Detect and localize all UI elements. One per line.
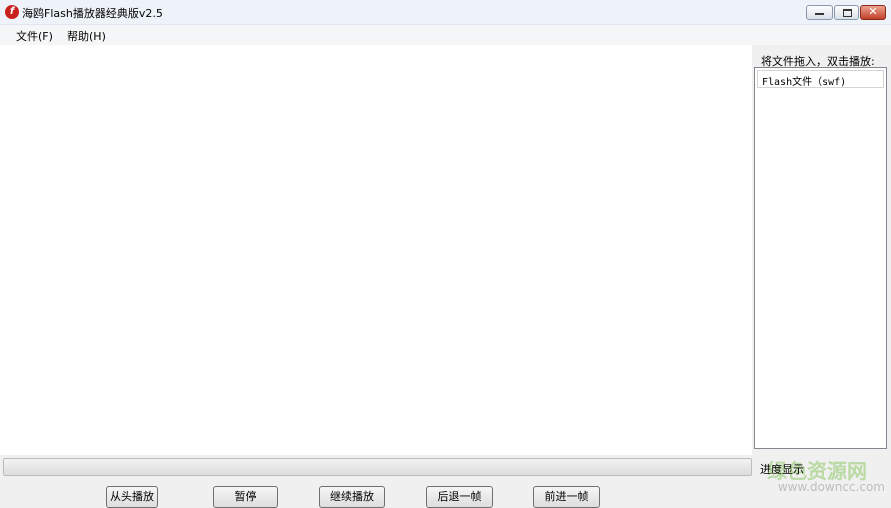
menu-help[interactable]: 帮助(H) — [67, 28, 106, 44]
menu-file[interactable]: 文件(F) — [16, 28, 53, 44]
minimize-button[interactable] — [806, 5, 833, 20]
menu-bar: 文件(F) 帮助(H) — [0, 25, 891, 45]
flash-player-area[interactable] — [0, 45, 752, 455]
flash-icon: f — [5, 5, 19, 19]
list-header-label: Flash文件（swf) — [762, 77, 847, 88]
resume-button[interactable]: 继续播放 — [319, 486, 385, 508]
window-title: 海鸥Flash播放器经典版v2.5 — [22, 7, 163, 20]
close-button[interactable]: ✕ — [860, 5, 886, 20]
file-list[interactable]: Flash文件（swf) — [754, 67, 887, 449]
progress-label: 进度显示 — [760, 463, 804, 476]
list-header[interactable]: Flash文件（swf) — [757, 70, 884, 88]
maximize-button[interactable] — [834, 5, 859, 20]
title-bar: f 海鸥Flash播放器经典版v2.5 ✕ — [0, 0, 891, 25]
close-icon: ✕ — [868, 5, 878, 18]
next-frame-button[interactable]: 前进一帧 — [533, 486, 600, 508]
pause-button[interactable]: 暂停 — [213, 486, 278, 508]
progress-bar[interactable] — [3, 458, 752, 476]
watermark-url: www.downcc.com — [777, 480, 885, 494]
previous-frame-button[interactable]: 后退一帧 — [426, 486, 493, 508]
play-from-start-button[interactable]: 从头播放 — [106, 486, 158, 508]
